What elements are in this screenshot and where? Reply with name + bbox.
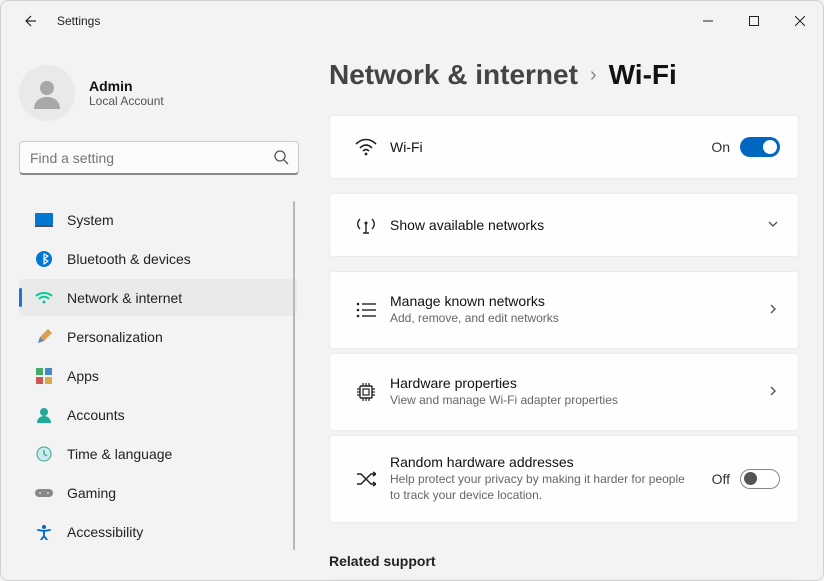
card-sub: Add, remove, and edit networks (390, 311, 690, 327)
search-icon (273, 149, 289, 170)
sidebar-item-label: Time & language (67, 446, 172, 462)
main-panel: Network & internet › Wi-Fi Wi-Fi On Show… (301, 41, 823, 580)
antenna-icon (348, 215, 384, 235)
related-support-card[interactable] (329, 579, 799, 580)
close-button[interactable] (777, 1, 823, 41)
wifi-icon (31, 291, 57, 305)
known-networks-card[interactable]: Manage known networks Add, remove, and e… (329, 271, 799, 349)
wifi-card[interactable]: Wi-Fi On (329, 115, 799, 179)
related-support-heading: Related support (329, 553, 799, 569)
maximize-button[interactable] (731, 1, 777, 41)
hardware-properties-card[interactable]: Hardware properties View and manage Wi-F… (329, 353, 799, 431)
random-mac-toggle[interactable] (740, 469, 780, 489)
wifi-toggle[interactable] (740, 137, 780, 157)
sidebar-item-label: Bluetooth & devices (67, 251, 191, 267)
card-title: Show available networks (390, 217, 766, 233)
system-icon (31, 213, 57, 227)
show-networks-card[interactable]: Show available networks (329, 193, 799, 257)
sidebar-item-gaming[interactable]: Gaming (19, 474, 297, 511)
list-icon (348, 302, 384, 318)
random-mac-state-label: Off (712, 471, 730, 487)
sidebar-item-accounts[interactable]: Accounts (19, 396, 297, 433)
window-title: Settings (57, 14, 100, 28)
back-button[interactable] (15, 13, 43, 29)
chevron-down-icon (766, 217, 780, 234)
sidebar-item-label: Accounts (67, 407, 125, 423)
breadcrumb: Network & internet › Wi-Fi (329, 59, 799, 91)
card-sub: View and manage Wi-Fi adapter properties (390, 393, 690, 409)
chevron-right-icon (766, 302, 780, 319)
user-name: Admin (89, 78, 164, 94)
wifi-state-label: On (711, 139, 730, 155)
chip-icon (348, 382, 384, 402)
breadcrumb-current: Wi-Fi (609, 59, 677, 91)
chevron-right-icon: › (590, 64, 597, 87)
nav-scrollbar[interactable] (293, 201, 295, 550)
sidebar-item-label: Apps (67, 368, 99, 384)
search-wrap (19, 141, 299, 175)
apps-icon (31, 368, 57, 384)
sidebar-item-bluetooth[interactable]: Bluetooth & devices (19, 240, 297, 277)
card-title: Manage known networks (390, 293, 766, 309)
sidebar-item-label: Gaming (67, 485, 116, 501)
window-controls (685, 1, 823, 41)
card-title: Wi-Fi (390, 139, 711, 155)
sidebar-item-system[interactable]: System (19, 201, 297, 238)
card-title: Random hardware addresses (390, 454, 712, 470)
sidebar-item-label: Accessibility (67, 524, 143, 540)
sidebar-item-personalization[interactable]: Personalization (19, 318, 297, 355)
sidebar-item-accessibility[interactable]: Accessibility (19, 513, 297, 550)
sidebar-item-label: Network & internet (67, 290, 182, 306)
card-title: Hardware properties (390, 375, 766, 391)
chevron-right-icon (766, 384, 780, 401)
nav: System Bluetooth & devices Network & int… (19, 201, 297, 550)
card-sub: Help protect your privacy by making it h… (390, 472, 690, 503)
sidebar-item-label: Personalization (67, 329, 163, 345)
breadcrumb-parent[interactable]: Network & internet (329, 59, 578, 91)
sidebar-item-time[interactable]: Time & language (19, 435, 297, 472)
random-mac-card[interactable]: Random hardware addresses Help protect y… (329, 435, 799, 523)
sidebar-item-network[interactable]: Network & internet (19, 279, 297, 316)
clock-icon (31, 446, 57, 462)
sidebar-item-label: System (67, 212, 114, 228)
minimize-button[interactable] (685, 1, 731, 41)
personalization-icon (31, 328, 57, 346)
user-sub: Local Account (89, 94, 164, 108)
accounts-icon (31, 407, 57, 423)
accessibility-icon (31, 524, 57, 540)
shuffle-icon (348, 471, 384, 487)
bluetooth-icon (31, 251, 57, 267)
gaming-icon (31, 487, 57, 499)
titlebar: Settings (1, 1, 823, 41)
user-info[interactable]: Admin Local Account (19, 41, 297, 141)
wifi-icon (348, 138, 384, 156)
avatar (19, 65, 75, 121)
sidebar-item-apps[interactable]: Apps (19, 357, 297, 394)
sidebar: Admin Local Account System Bluetooth & d… (1, 41, 301, 580)
search-input[interactable] (19, 141, 299, 175)
